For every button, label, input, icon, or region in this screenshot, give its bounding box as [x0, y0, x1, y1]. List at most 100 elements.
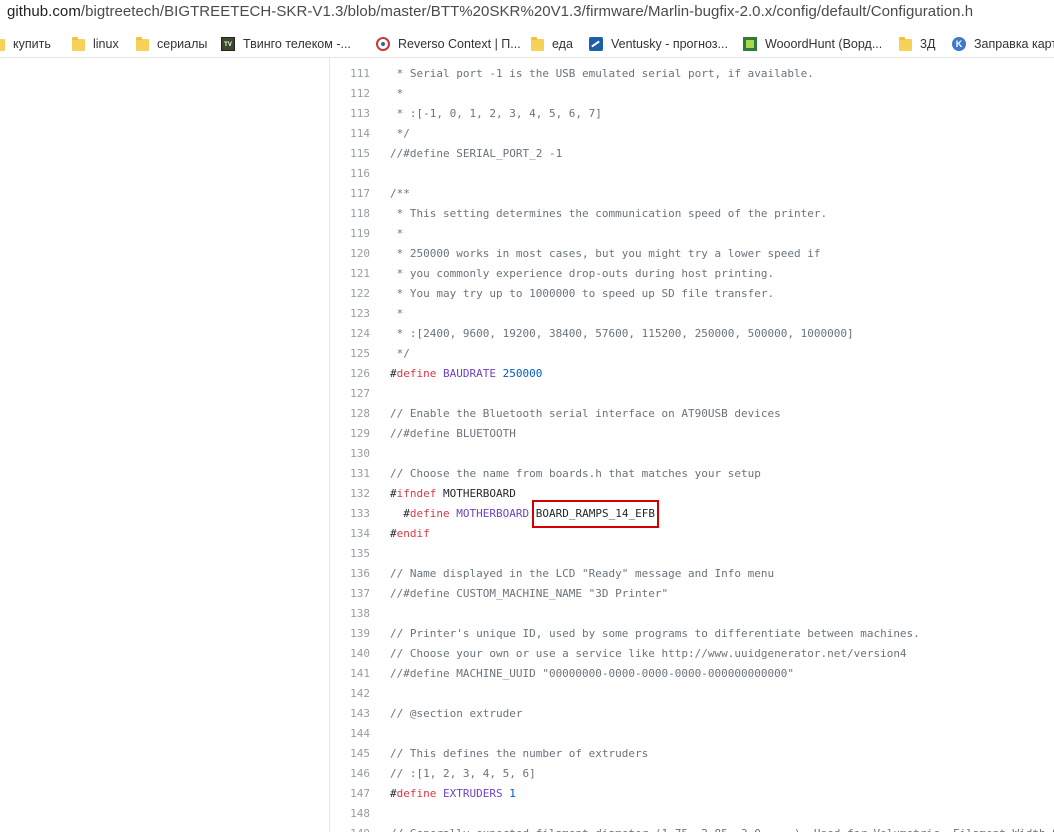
code-line: 115 //#define SERIAL_PORT_2 -1 — [330, 144, 1054, 164]
url-text[interactable]: github.com/bigtreetech/BIGTREETECH-SKR-V… — [7, 3, 973, 20]
line-number[interactable]: 146 — [330, 764, 370, 784]
code-text: // Enable the Bluetooth serial interface… — [390, 407, 781, 420]
line-number[interactable]: 144 — [330, 724, 370, 744]
code-line: 131 // Choose the name from boards.h that… — [330, 464, 1054, 484]
code-line: 129 //#define BLUETOOTH — [330, 424, 1054, 444]
code-line: 141 //#define MACHINE_UUID "00000000-0000… — [330, 664, 1054, 684]
line-number[interactable]: 117 — [330, 184, 370, 204]
line-number[interactable]: 148 — [330, 804, 370, 824]
line-number[interactable]: 145 — [330, 744, 370, 764]
code-line: 147 #define EXTRUDERS 1 — [330, 784, 1054, 804]
bookmark-item[interactable]: купить — [0, 34, 51, 54]
code-text: * — [390, 87, 404, 100]
bookmark-item[interactable]: K Заправка карт — [952, 34, 1054, 54]
line-number[interactable]: 129 — [330, 424, 370, 444]
line-number[interactable]: 137 — [330, 584, 370, 604]
bookmark-item[interactable]: еда — [531, 34, 573, 54]
line-number[interactable]: 116 — [330, 164, 370, 184]
folder-icon — [136, 36, 149, 51]
code-line: 144 — [330, 724, 1054, 744]
code-line: 146 // :[1, 2, 3, 4, 5, 6] — [330, 764, 1054, 784]
code-line: 125 */ — [330, 344, 1054, 364]
bookmark-item[interactable]: сериалы — [136, 34, 207, 54]
bookmark-label: Твинго телеком -... — [243, 37, 351, 51]
folder-icon — [0, 38, 5, 51]
line-number[interactable]: 147 — [330, 784, 370, 804]
line-number[interactable]: 127 — [330, 384, 370, 404]
code-line: 112 * — [330, 84, 1054, 104]
line-number[interactable]: 134 — [330, 524, 370, 544]
line-number[interactable]: 139 — [330, 624, 370, 644]
code-text: */ — [390, 127, 410, 140]
line-number[interactable]: 132 — [330, 484, 370, 504]
line-number[interactable]: 131 — [330, 464, 370, 484]
line-number[interactable]: 118 — [330, 204, 370, 224]
code-line: 145 // This defines the number of extrude… — [330, 744, 1054, 764]
code-line: 138 — [330, 604, 1054, 624]
highlight-box: BOARD_RAMPS_14_EFB — [531, 500, 659, 528]
line-number[interactable]: 140 — [330, 644, 370, 664]
line-number[interactable]: 142 — [330, 684, 370, 704]
address-bar[interactable]: github.com/bigtreetech/BIGTREETECH-SKR-V… — [0, 0, 1054, 26]
line-number[interactable]: 119 — [330, 224, 370, 244]
code-text: // :[1, 2, 3, 4, 5, 6] — [390, 767, 536, 780]
left-blank-panel — [0, 58, 329, 832]
code-text: //#define CUSTOM_MACHINE_NAME "3D Printe… — [390, 587, 669, 600]
code-text: //#define BLUETOOTH — [390, 427, 516, 440]
line-number[interactable]: 123 — [330, 304, 370, 324]
folder-icon — [899, 36, 912, 51]
code-line: 111 * Serial port -1 is the USB emulated… — [330, 64, 1054, 84]
line-number[interactable]: 143 — [330, 704, 370, 724]
wooordhunt-icon — [743, 37, 757, 51]
code-text: // This defines the number of extruders — [390, 747, 649, 760]
line-number[interactable]: 130 — [330, 444, 370, 464]
line-number[interactable]: 112 — [330, 84, 370, 104]
code-text: * — [390, 227, 404, 240]
line-number[interactable]: 111 — [330, 64, 370, 84]
url-path: /bigtreetech/BIGTREETECH-SKR-V1.3/blob/m… — [80, 3, 974, 20]
code-line: 142 — [330, 684, 1054, 704]
line-number[interactable]: 115 — [330, 144, 370, 164]
bookmark-label: Ventusky - прогноз... — [611, 37, 728, 51]
code-line: 128 // Enable the Bluetooth serial interf… — [330, 404, 1054, 424]
line-number[interactable]: 120 — [330, 244, 370, 264]
code-line: 113 * :[-1, 0, 1, 2, 3, 4, 5, 6, 7] — [330, 104, 1054, 124]
line-number[interactable]: 126 — [330, 364, 370, 384]
code-text: * :[-1, 0, 1, 2, 3, 4, 5, 6, 7] — [390, 107, 602, 120]
line-number[interactable]: 113 — [330, 104, 370, 124]
line-number[interactable]: 133 — [330, 504, 370, 524]
reverso-icon — [376, 37, 390, 51]
bookmark-item[interactable]: WooordHunt (Ворд... — [743, 34, 882, 54]
code-text: * — [390, 307, 404, 320]
line-number[interactable]: 124 — [330, 324, 370, 344]
line-number[interactable]: 149 — [330, 824, 370, 832]
code-text: /** — [390, 187, 410, 200]
code-line: 133 #define MOTHERBOARD BOARD_RAMPS_14_E… — [330, 500, 1054, 528]
code-text: #define EXTRUDERS 1 — [390, 787, 516, 800]
code-text: * :[2400, 9600, 19200, 38400, 57600, 115… — [390, 327, 854, 340]
line-number[interactable]: 121 — [330, 264, 370, 284]
line-number[interactable]: 128 — [330, 404, 370, 424]
code-line: 120 * 250000 works in most cases, but yo… — [330, 244, 1054, 264]
bookmark-item[interactable]: 3Д — [899, 34, 935, 54]
line-number[interactable]: 141 — [330, 664, 370, 684]
code-line: 119 * — [330, 224, 1054, 244]
code-line: 114 */ — [330, 124, 1054, 144]
bookmark-label: 3Д — [920, 37, 936, 51]
code-text: //#define MACHINE_UUID "00000000-0000-00… — [390, 667, 794, 680]
bookmark-item[interactable]: Reverso Context | П... — [376, 34, 521, 54]
line-number[interactable]: 136 — [330, 564, 370, 584]
bookmark-item[interactable]: linux — [72, 34, 119, 54]
line-number[interactable]: 125 — [330, 344, 370, 364]
line-number[interactable]: 114 — [330, 124, 370, 144]
bookmark-item[interactable]: TV Твинго телеком -... — [221, 34, 351, 54]
code-line: 130 — [330, 444, 1054, 464]
line-number[interactable]: 122 — [330, 284, 370, 304]
code-line: 121 * you commonly experience drop-outs … — [330, 264, 1054, 284]
bookmark-label: WooordHunt (Ворд... — [765, 37, 883, 51]
line-number[interactable]: 138 — [330, 604, 370, 624]
code-text: #ifndef MOTHERBOARD — [390, 487, 516, 500]
bookmark-item[interactable]: Ventusky - прогноз... — [589, 34, 728, 54]
code-line: 134 #endif — [330, 524, 1054, 544]
line-number[interactable]: 135 — [330, 544, 370, 564]
